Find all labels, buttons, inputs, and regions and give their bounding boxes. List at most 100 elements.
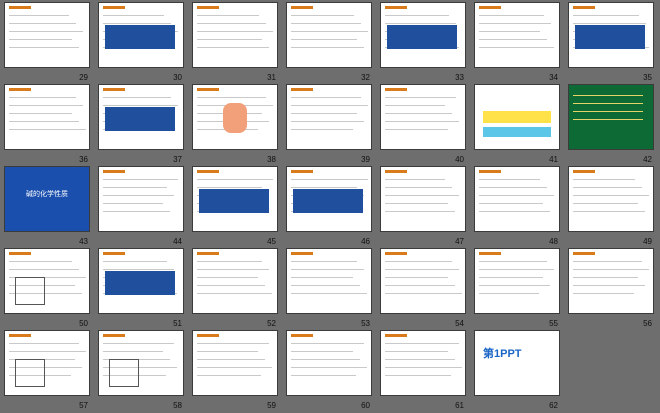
slide-thumbnail[interactable]: 40 <box>378 84 468 164</box>
slide-number: 33 <box>455 73 464 82</box>
slide-thumbnail[interactable]: 41 <box>472 84 562 164</box>
slide-thumbnail[interactable]: 52 <box>190 248 280 328</box>
slide-heading-bar <box>479 252 501 255</box>
text-line <box>197 39 262 40</box>
text-line <box>197 269 269 270</box>
text-line <box>197 187 262 188</box>
slide-thumbnail[interactable]: 48 <box>472 166 562 246</box>
slide-thumbnail[interactable]: 49 <box>566 166 656 246</box>
slide-thumbnail[interactable]: 37 <box>96 84 186 164</box>
slide-heading-bar <box>197 252 219 255</box>
text-line <box>385 105 445 106</box>
text-line <box>479 293 539 294</box>
slide-heading-bar <box>103 6 125 9</box>
slide-thumbnail[interactable]: 57 <box>2 330 92 410</box>
slide-heading-bar <box>385 170 407 173</box>
slide-heading-bar <box>197 170 219 173</box>
slide-thumbnail[interactable]: 50 <box>2 248 92 328</box>
slide-number: 30 <box>173 73 182 82</box>
slide-heading-bar <box>197 88 219 91</box>
text-line <box>573 187 642 188</box>
slide-number: 56 <box>643 319 652 328</box>
text-line <box>9 343 79 344</box>
text-line <box>291 113 357 114</box>
slide-thumbnail[interactable]: 60 <box>284 330 374 410</box>
slide-number: 45 <box>267 237 276 246</box>
text-line <box>197 97 266 98</box>
slide-thumbnail[interactable]: 42 <box>566 84 656 164</box>
slide-thumbnail[interactable]: 35 <box>566 2 656 82</box>
slide-thumbnail[interactable]: 45 <box>190 166 280 246</box>
slide-thumbnail[interactable]: 34 <box>472 2 562 82</box>
text-line <box>291 39 357 40</box>
text-line <box>291 375 356 376</box>
slide-thumbnail[interactable]: 44 <box>96 166 186 246</box>
slide-thumbnail[interactable]: 30 <box>96 2 186 82</box>
text-line <box>197 367 272 368</box>
slide-preview <box>98 248 184 314</box>
slide-thumbnail[interactable]: 31 <box>190 2 280 82</box>
slide-preview <box>192 248 278 314</box>
text-line <box>385 375 451 376</box>
slide-preview <box>474 248 560 314</box>
slide-number: 61 <box>455 401 464 410</box>
text-line <box>9 129 86 130</box>
slide-thumbnail[interactable]: 第1PPT 62 <box>472 330 562 410</box>
text-line <box>291 343 364 344</box>
slide-thumbnail[interactable]: 46 <box>284 166 374 246</box>
text-line <box>479 195 554 196</box>
slide-preview: 碱的化学性质 <box>4 166 90 232</box>
text-line <box>479 31 540 32</box>
slide-thumbnail[interactable]: 59 <box>190 330 280 410</box>
slide-heading-bar <box>479 170 501 173</box>
slide-preview <box>568 2 654 68</box>
slide-thumbnail[interactable]: 53 <box>284 248 374 328</box>
slide-thumbnail[interactable]: 29 <box>2 2 92 82</box>
slide-thumbnail[interactable]: 56 <box>566 248 656 328</box>
slide-number: 54 <box>455 319 464 328</box>
slide-heading-bar <box>9 252 31 255</box>
slide-number: 62 <box>549 401 558 410</box>
slide-sorter-grid: 29 30 31 32 33 34 35 36 37 38 39 40 41 42 碱的化学性质 43 44 45… <box>2 2 658 411</box>
slide-number: 35 <box>643 73 652 82</box>
table-block <box>293 189 363 213</box>
slide-thumbnail[interactable]: 33 <box>378 2 468 82</box>
slide-thumbnail[interactable]: 58 <box>96 330 186 410</box>
slide-thumbnail[interactable]: 39 <box>284 84 374 164</box>
slide-preview <box>286 330 372 396</box>
slide-thumbnail[interactable]: 61 <box>378 330 468 410</box>
text-line <box>9 261 72 262</box>
text-line <box>385 113 452 114</box>
slide-number: 57 <box>79 401 88 410</box>
slide-number: 43 <box>79 237 88 246</box>
text-line <box>385 187 452 188</box>
slide-thumbnail[interactable]: 碱的化学性质 43 <box>2 166 92 246</box>
slide-heading-bar <box>385 6 407 9</box>
text-line <box>479 179 540 180</box>
slide-thumbnail[interactable]: 51 <box>96 248 186 328</box>
text-line <box>573 203 638 204</box>
slide-heading-bar <box>197 334 219 337</box>
text-line <box>9 23 76 24</box>
slide-preview <box>98 166 184 232</box>
slide-thumbnail[interactable]: 38 <box>190 84 280 164</box>
slide-number: 39 <box>361 155 370 164</box>
slide-heading-bar <box>291 170 313 173</box>
text-line <box>291 47 364 48</box>
slide-heading-bar <box>197 6 219 9</box>
slide-number: 60 <box>361 401 370 410</box>
text-line <box>573 95 643 96</box>
slide-preview <box>380 166 466 232</box>
slide-heading-bar <box>291 334 313 337</box>
text-line <box>573 119 643 120</box>
slide-thumbnail[interactable]: 32 <box>284 2 374 82</box>
slide-thumbnail[interactable]: 47 <box>378 166 468 246</box>
slide-thumbnail[interactable]: 36 <box>2 84 92 164</box>
text-line <box>385 367 462 368</box>
highlight-band <box>483 127 551 137</box>
slide-heading-bar <box>103 170 125 173</box>
slide-number: 34 <box>549 73 558 82</box>
slide-thumbnail[interactable]: 55 <box>472 248 562 328</box>
slide-thumbnail[interactable]: 54 <box>378 248 468 328</box>
text-line <box>291 293 367 294</box>
